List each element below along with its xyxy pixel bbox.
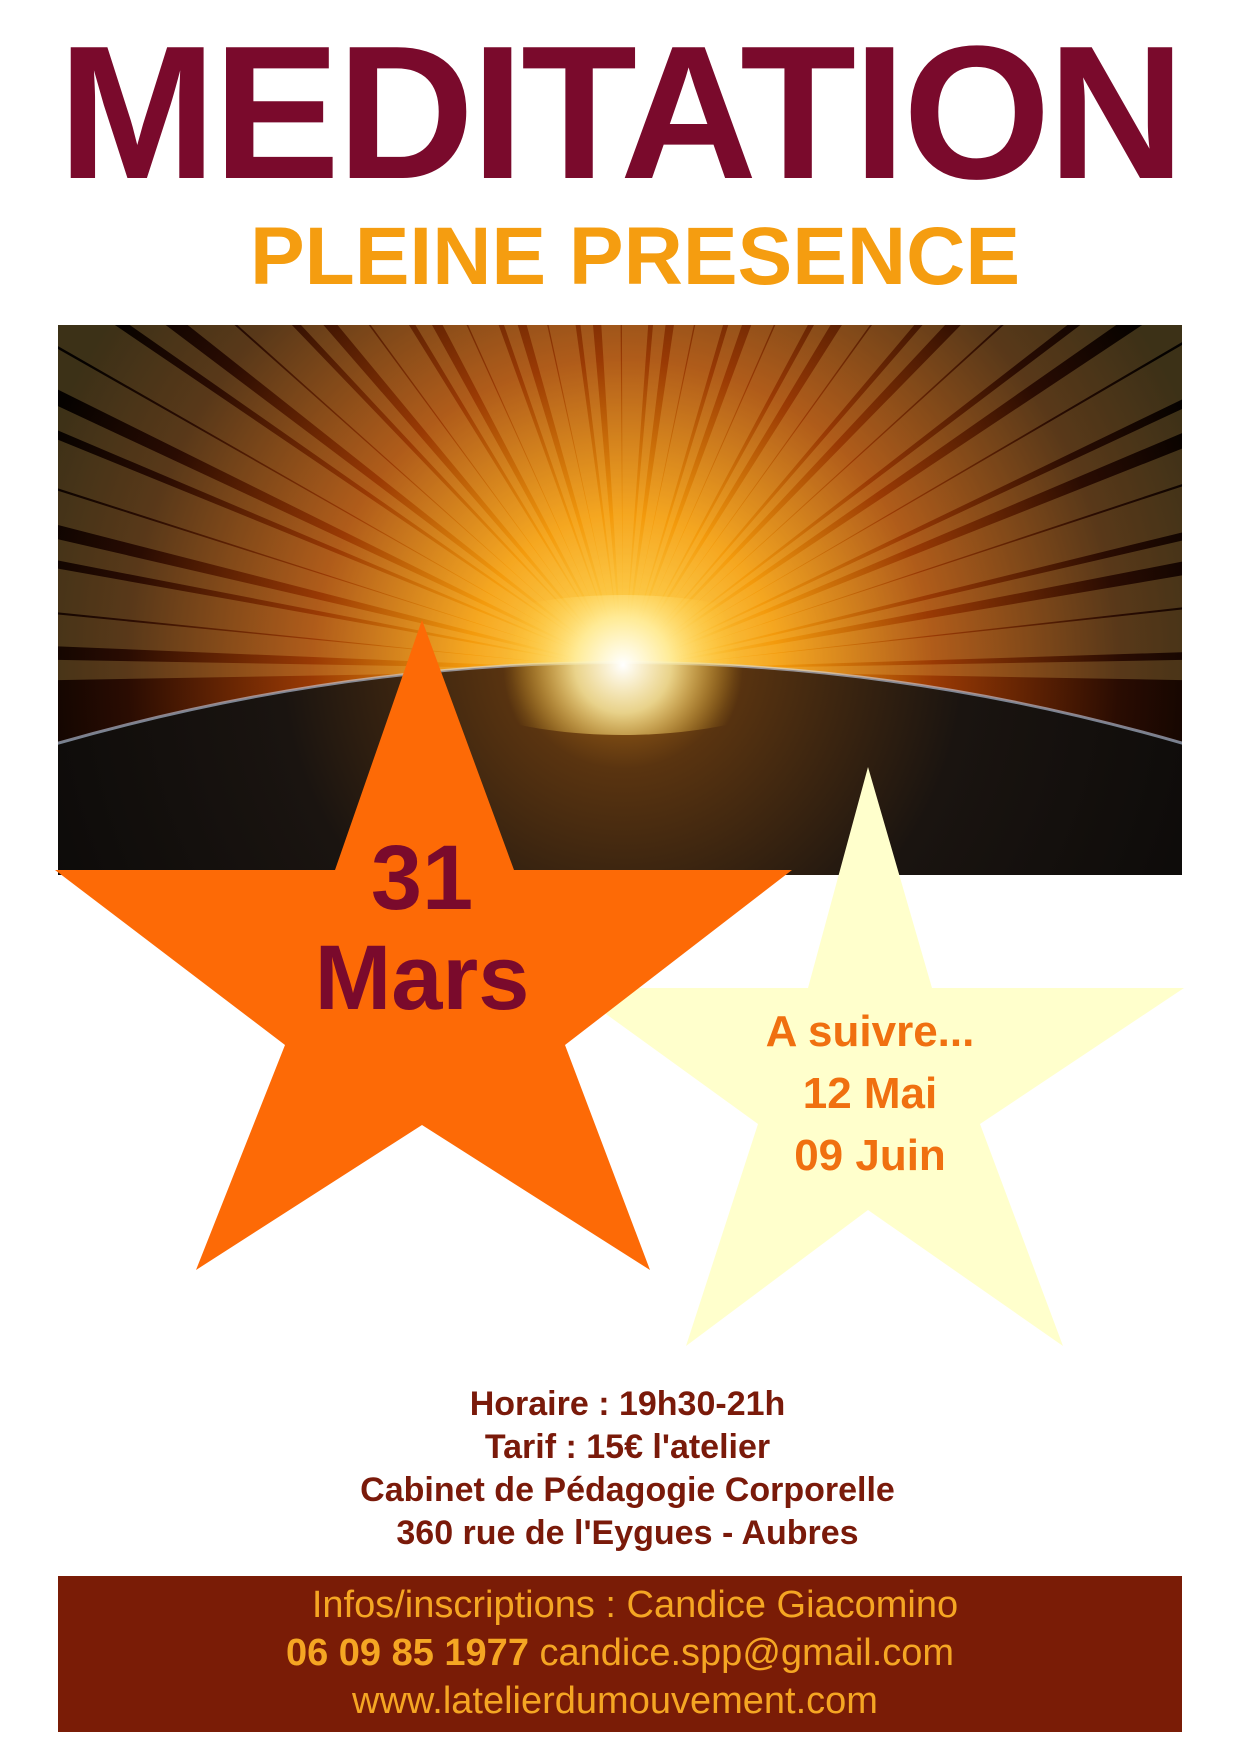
next-dates-label: A suivre... — [765, 1007, 975, 1056]
venue-address: 360 rue de l'Eygues - Aubres — [396, 1514, 859, 1552]
event-info: Horaire : 19h30-21h Tarif : 15€ l'atelie… — [0, 1383, 1240, 1555]
schedule-text: Horaire : 19h30-21h — [469, 1385, 786, 1423]
next-dates: A suivre... 12 Mai 09 Juin — [700, 1001, 1040, 1187]
website-link[interactable]: www.latelierdumouvement.com — [53, 1680, 1177, 1723]
venue-name: Cabinet de Pédagogie Corporelle — [360, 1471, 895, 1509]
phone-number[interactable]: 06 09 85 1977 — [286, 1632, 529, 1674]
next-date-2: 09 Juin — [794, 1131, 946, 1180]
main-date-day: 31 — [370, 827, 474, 929]
contact-footer: Infos/inscriptions : Candice Giacomino 0… — [58, 1576, 1182, 1732]
price-text: Tarif : 15€ l'atelier — [484, 1428, 771, 1466]
main-date-month: Mars — [314, 927, 530, 1029]
next-date-1: 12 Mai — [802, 1069, 938, 1118]
contact-line: Infos/inscriptions : Candice Giacomino — [311, 1584, 959, 1626]
email-link[interactable]: candice.spp@gmail.com — [540, 1632, 955, 1674]
phone-email-line: 06 09 85 1977 candice.spp@gmail.com — [58, 1632, 1182, 1675]
main-date: 31 Mars — [262, 832, 582, 1024]
